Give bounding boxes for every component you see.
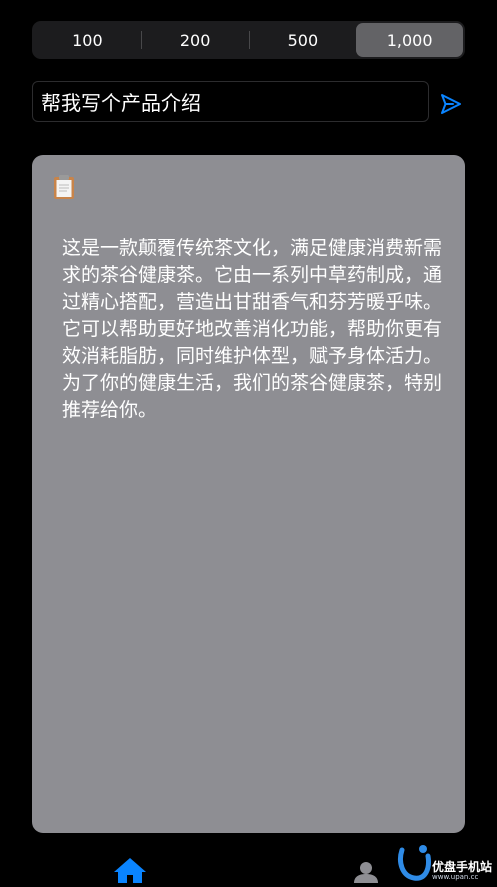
length-option-label: 100 <box>72 30 103 50</box>
clipboard-icon <box>54 175 74 199</box>
home-icon <box>114 858 146 883</box>
tab-profile[interactable] <box>353 860 379 883</box>
send-button[interactable] <box>438 91 464 117</box>
result-card: 这是一款颠覆传统茶文化，满足健康消费新需求的茶谷健康茶。它由一系列中草药制成，通… <box>32 155 465 833</box>
generated-text: 这是一款颠覆传统茶文化，满足健康消费新需求的茶谷健康茶。它由一系列中草药制成，通… <box>62 237 443 421</box>
length-option-1000[interactable]: 1,000 <box>356 23 463 57</box>
length-option-500[interactable]: 500 <box>250 23 357 57</box>
length-selector: 100 200 500 1,000 <box>32 21 465 59</box>
length-option-label: 500 <box>287 30 319 50</box>
prompt-field <box>32 81 429 122</box>
prompt-input[interactable] <box>33 82 428 121</box>
tab-home[interactable] <box>113 857 147 883</box>
copy-button[interactable] <box>53 174 75 200</box>
watermark-url: www.upan.cc <box>432 873 479 881</box>
send-icon <box>441 94 461 114</box>
person-icon <box>354 862 378 883</box>
watermark-icon <box>398 845 431 881</box>
length-option-100[interactable]: 100 <box>34 23 141 57</box>
length-option-label: 1,000 <box>386 30 433 50</box>
length-option-200[interactable]: 200 <box>142 23 249 57</box>
length-option-label: 200 <box>179 30 211 50</box>
